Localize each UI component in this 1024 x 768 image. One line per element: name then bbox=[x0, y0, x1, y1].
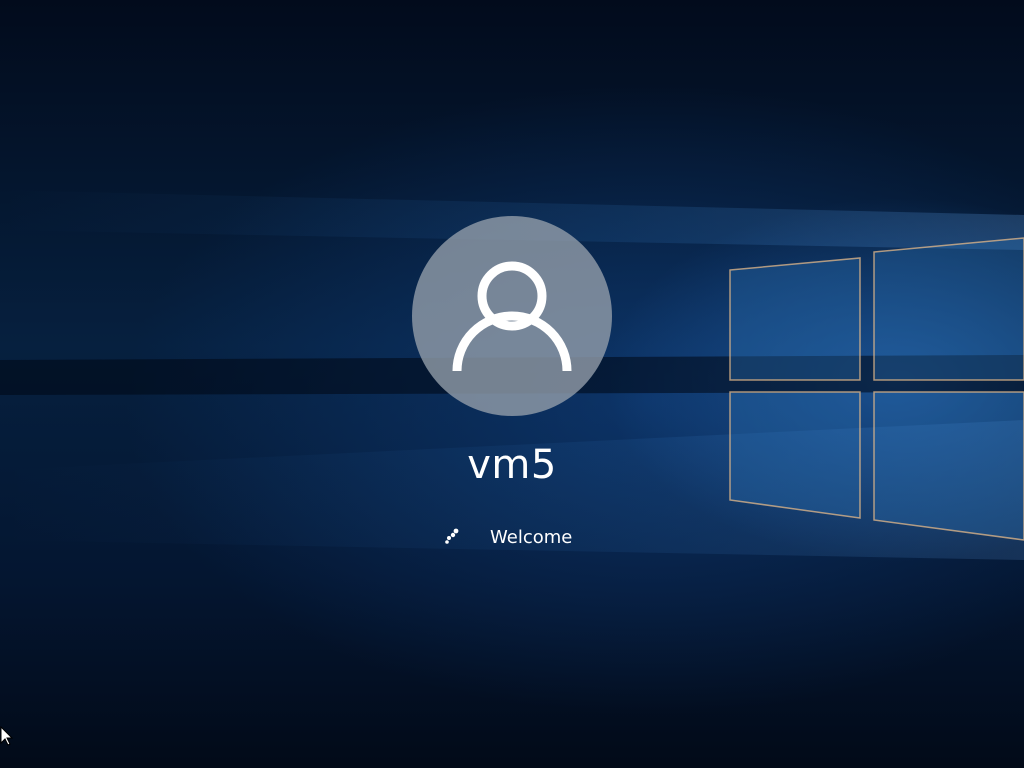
sign-in-status: Welcome bbox=[442, 522, 572, 552]
user-name: vm5 bbox=[467, 442, 557, 488]
user-account-icon bbox=[452, 261, 572, 372]
user-avatar bbox=[412, 216, 612, 416]
mouse-pointer-icon bbox=[0, 726, 14, 746]
lock-screen: vm5 Welcome bbox=[0, 0, 1024, 768]
status-message: Welcome bbox=[490, 526, 573, 548]
loading-spinner-icon bbox=[445, 528, 459, 544]
